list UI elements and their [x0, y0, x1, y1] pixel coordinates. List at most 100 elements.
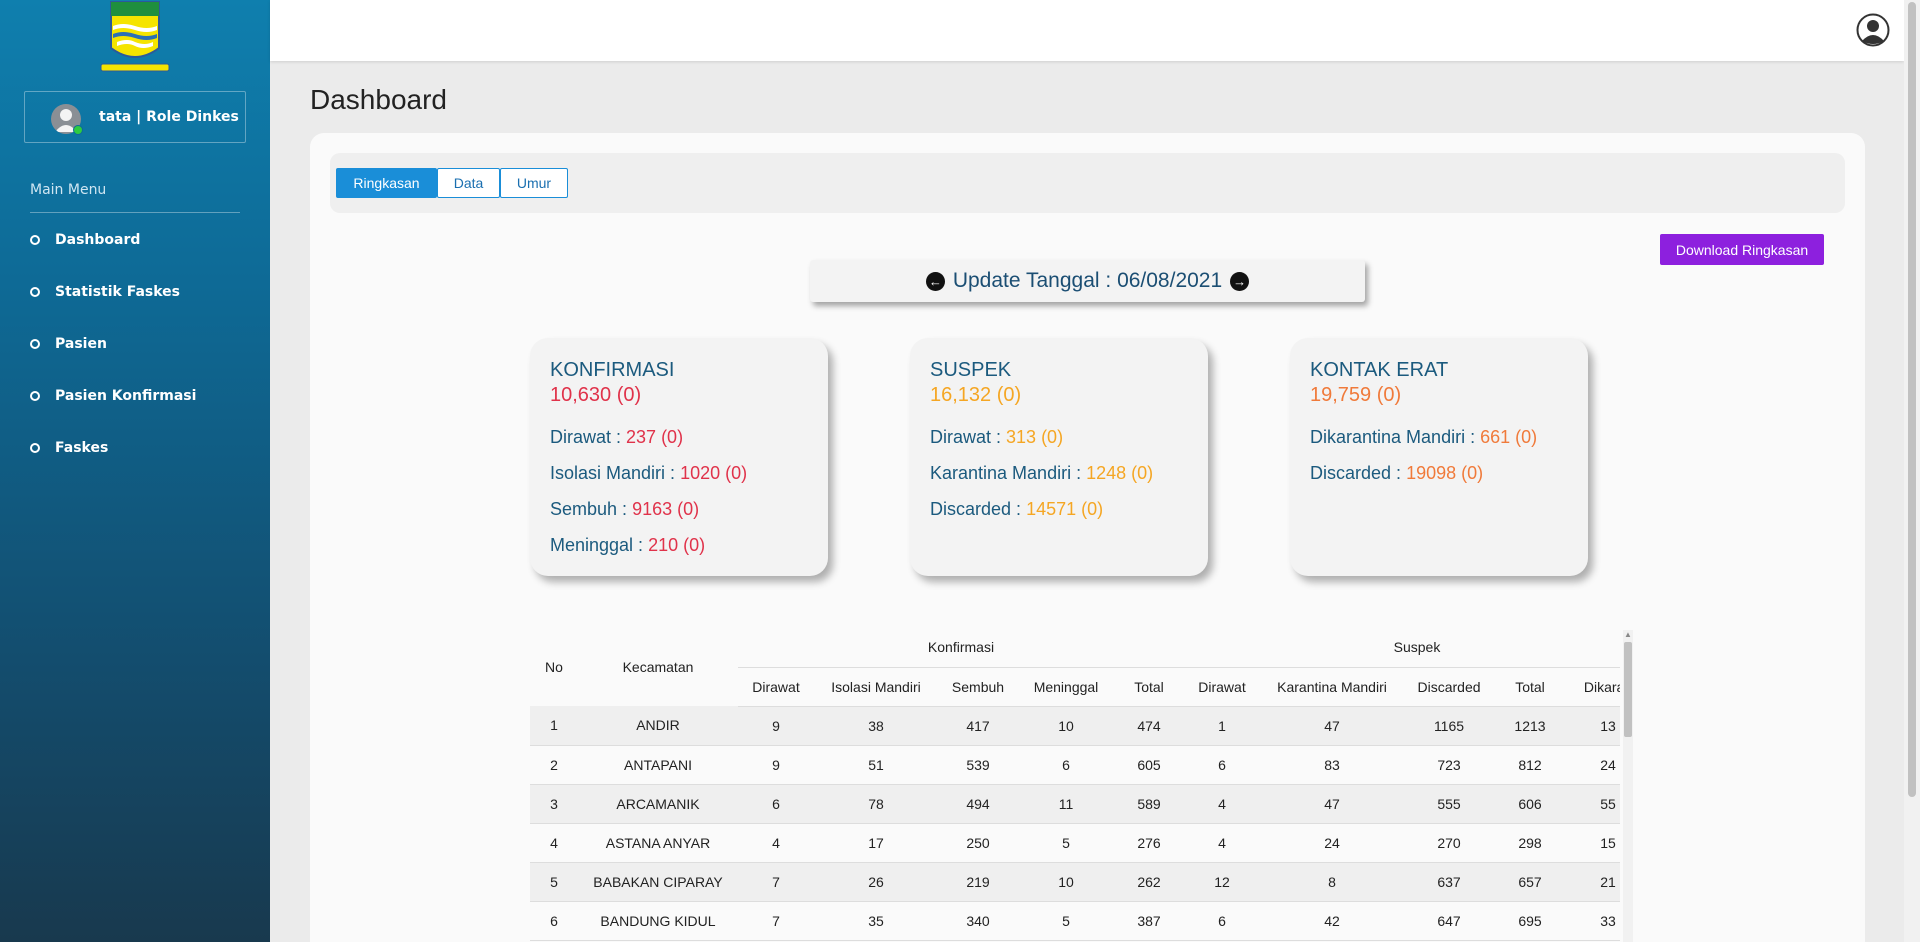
header-k-isolasi: Isolasi Mandiri	[814, 667, 938, 707]
table-cell: 657	[1494, 862, 1566, 902]
stat-line: Discarded : 14571 (0)	[930, 499, 1104, 519]
table-cell: 10	[1018, 706, 1114, 746]
table-cell: 647	[1404, 901, 1494, 941]
stat-line: Sembuh : 9163 (0)	[550, 499, 700, 519]
tab-umur[interactable]: Umur	[500, 168, 568, 198]
online-status-icon	[73, 125, 83, 135]
kecamatan-table: No Kecamatan Konfirmasi Suspek Dirawat I…	[530, 628, 1620, 941]
stat-card-konfirmasi: KONFIRMASI 10,630 (0) Dirawat : 237 (0) …	[530, 338, 828, 576]
header-group-konfirmasi: Konfirmasi	[738, 628, 1184, 668]
table-cell: 262	[1114, 862, 1184, 902]
sidebar-item-pasien-konfirmasi[interactable]: Pasien Konfirmasi	[30, 385, 196, 407]
tab-data[interactable]: Data	[437, 168, 500, 198]
table-cell: 539	[938, 745, 1018, 785]
stat-title: KONTAK ERAT	[1310, 359, 1449, 381]
table-cell: 812	[1494, 745, 1566, 785]
table-cell: 387	[1114, 901, 1184, 941]
table-cell: 340	[938, 901, 1018, 941]
table-cell: 15	[1566, 823, 1620, 863]
table-cell: 35	[814, 901, 938, 941]
table-cell: 24	[1260, 823, 1404, 863]
stat-title: KONFIRMASI	[550, 359, 675, 381]
update-date-box: ← Update Tanggal : 06/08/2021 →	[810, 260, 1365, 302]
table-cell: 83	[1260, 745, 1404, 785]
arrow-right-icon[interactable]: →	[1230, 271, 1250, 291]
table-cell: 17	[814, 823, 938, 863]
header-group-suspek: Suspek	[1184, 628, 1620, 668]
table-cell: 589	[1114, 784, 1184, 824]
stat-line: Dikarantina Mandiri : 661 (0)	[1310, 427, 1538, 447]
table-cell: 51	[814, 745, 938, 785]
table-cell: 1213	[1494, 706, 1566, 746]
download-ringkasan-button[interactable]: Download Ringkasan	[1660, 234, 1824, 265]
update-date-text: Update Tanggal : 06/08/2021	[952, 269, 1223, 292]
page-scrollbar[interactable]	[1904, 0, 1920, 942]
table-cell: 7	[738, 862, 814, 902]
table-cell: 6	[1184, 901, 1260, 941]
table-cell: 494	[938, 784, 1018, 824]
stat-line: Karantina Mandiri : 1248 (0)	[930, 463, 1154, 483]
table-cell: 6	[1018, 745, 1114, 785]
sidebar-item-label: Pasien Konfirmasi	[55, 388, 197, 404]
kecamatan-table-wrap[interactable]: No Kecamatan Konfirmasi Suspek Dirawat I…	[530, 628, 1620, 942]
table-cell: 276	[1114, 823, 1184, 863]
tab-ringkasan[interactable]: Ringkasan	[336, 168, 437, 198]
page-title: Dashboard	[310, 84, 447, 115]
table-cell: 47	[1260, 784, 1404, 824]
header-s-total: Total	[1494, 667, 1566, 707]
table-cell: 11	[1018, 784, 1114, 824]
table-cell: 10	[1018, 862, 1114, 902]
user-profile-icon[interactable]	[1856, 13, 1890, 47]
table-cell: 474	[1114, 706, 1184, 746]
table-cell: 4	[738, 823, 814, 863]
user-panel[interactable]: tata | Role Dinkes	[24, 91, 246, 143]
stat-line: Dirawat : 313 (0)	[930, 427, 1064, 447]
table-cell: 6	[738, 784, 814, 824]
table-cell: 24	[1566, 745, 1620, 785]
stat-card-kontak-erat: KONTAK ERAT 19,759 (0) Dikarantina Mandi…	[1290, 338, 1588, 576]
table-scrollbar[interactable]: ▲	[1623, 630, 1633, 942]
stat-line: Isolasi Mandiri : 1020 (0)	[550, 463, 748, 483]
stat-line: Meninggal : 210 (0)	[550, 535, 706, 555]
header-s-karantina: Karantina Mandiri	[1260, 667, 1404, 707]
circle-icon	[30, 443, 40, 453]
header-kecamatan: Kecamatan	[622, 659, 694, 675]
table-cell: 7	[738, 901, 814, 941]
table-cell: 605	[1114, 745, 1184, 785]
header-k-meninggal: Meninggal	[1018, 667, 1114, 707]
table-cell: 1	[1184, 706, 1260, 746]
circle-icon	[30, 391, 40, 401]
table-cell: 1	[530, 706, 578, 746]
table-cell: 12	[1184, 862, 1260, 902]
header-k-total: Total	[1114, 667, 1184, 707]
sidebar-item-statistik-faskes[interactable]: Statistik Faskes	[30, 281, 180, 303]
table-cell: 606	[1494, 784, 1566, 824]
tab-bar: Ringkasan Data Umur	[330, 153, 1845, 213]
table-cell: 3	[530, 784, 578, 824]
table-cell: ANDIR	[578, 706, 738, 746]
content-card: Ringkasan Data Umur Download Ringkasan ←…	[310, 133, 1865, 942]
sidebar-item-faskes[interactable]: Faskes	[30, 437, 108, 459]
table-cell: 219	[938, 862, 1018, 902]
table-cell: 4	[1184, 823, 1260, 863]
circle-icon	[30, 235, 40, 245]
arrow-left-icon[interactable]: ←	[925, 271, 945, 291]
table-cell: 9	[738, 706, 814, 746]
table-cell: 270	[1404, 823, 1494, 863]
table-cell: BABAKAN CIPARAY	[578, 862, 738, 902]
top-bar	[270, 0, 1904, 61]
sidebar-item-label: Faskes	[55, 440, 109, 456]
table-cell: 8	[1260, 862, 1404, 902]
sidebar-item-dashboard[interactable]: Dashboard	[30, 229, 140, 251]
table-cell: ASTANA ANYAR	[578, 823, 738, 863]
table-row: 4 ASTANA ANYAR 4 17 250 5 276 4 24 270 298 15	[530, 823, 1620, 863]
table-cell: 4	[1184, 784, 1260, 824]
table-cell: 1165	[1404, 706, 1494, 746]
table-cell: 695	[1494, 901, 1566, 941]
table-row: 3 ARCAMANIK 6 78 494 11 589 4 47 555 606 55	[530, 784, 1620, 824]
stat-line: Discarded : 19098 (0)	[1310, 463, 1484, 483]
table-cell: 5	[530, 862, 578, 902]
table-row: 2 ANTAPANI 9 51 539 6 605 6 83 723 812 24	[530, 745, 1620, 785]
sidebar-item-pasien[interactable]: Pasien	[30, 333, 107, 355]
table-cell: 298	[1494, 823, 1566, 863]
